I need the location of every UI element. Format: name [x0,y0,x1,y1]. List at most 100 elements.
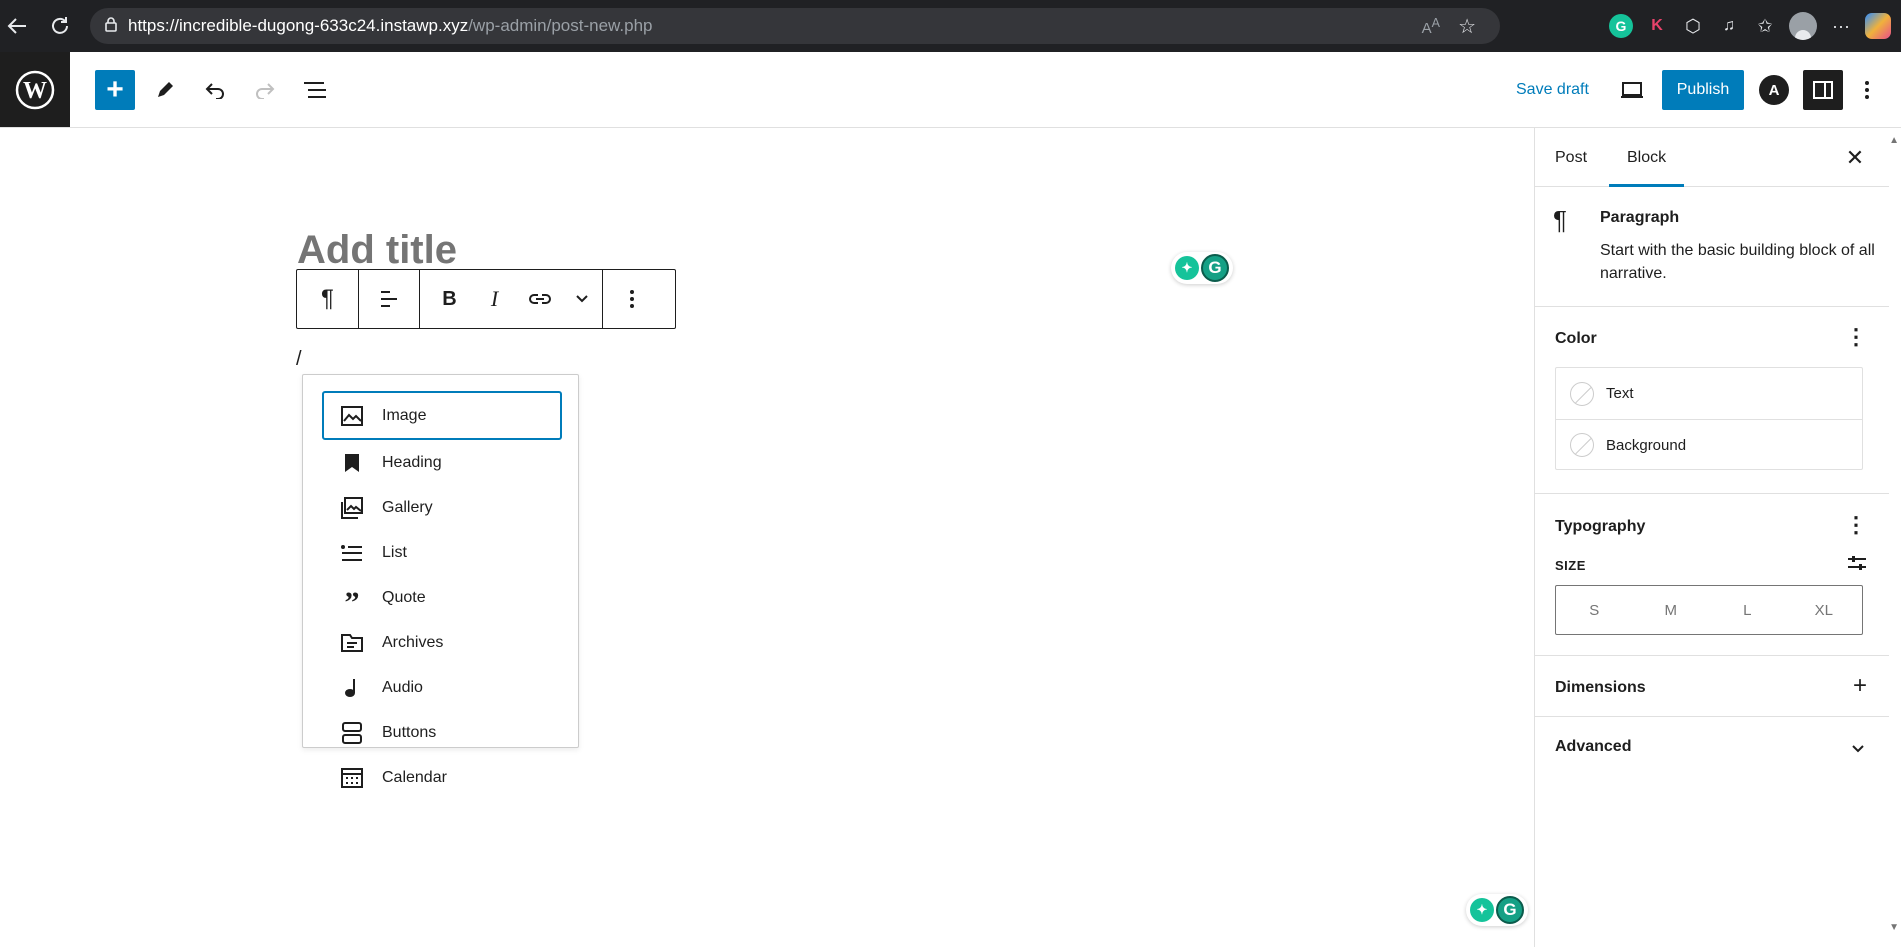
tab-block[interactable]: Block [1609,128,1685,187]
font-size-custom-icon[interactable] [1847,554,1867,577]
redo-icon[interactable] [245,70,285,110]
publish-button[interactable]: Publish [1662,70,1744,110]
block-type-group: ¶ [297,270,359,328]
inserter-item-label: Audio [382,678,423,696]
paragraph-icon[interactable]: ¶ [297,270,358,328]
settings-sidebar-toggle-icon[interactable] [1803,70,1843,110]
align-left-icon[interactable] [359,270,419,328]
text-color-label: Text [1606,385,1634,402]
inserter-item-heading[interactable]: Heading [322,440,562,485]
favorite-star-icon[interactable]: ☆ [1458,14,1476,39]
grammarly-suggestion-icon[interactable]: ✦ [1470,898,1494,922]
typography-panel: Typography ⋮ SIZE S M L XL [1535,494,1889,656]
copilot-icon[interactable] [1865,13,1891,39]
italic-icon[interactable]: I [472,270,517,328]
font-size-picker: S M L XL [1555,585,1863,635]
typography-options-icon[interactable]: ⋮ [1845,514,1867,536]
inserter-item-label: Heading [382,453,442,471]
advanced-panel[interactable]: Advanced [1535,717,1889,778]
tab-post[interactable]: Post [1555,128,1587,187]
back-icon[interactable] [2,11,32,41]
plus-icon[interactable]: + [1853,674,1867,698]
grammarly-logo-icon[interactable]: G [1496,896,1524,924]
preview-device-icon[interactable] [1612,70,1652,110]
color-panel: Color ⋮ Text Background [1535,307,1889,494]
inserter-item-audio[interactable]: Audio [322,665,562,710]
inserter-item-archives[interactable]: Archives [322,620,562,665]
gallery-icon [338,494,366,522]
block-card-title: Paragraph [1600,209,1680,226]
font-size-xl[interactable]: XL [1786,586,1863,634]
inserter-item-label: Gallery [382,498,433,516]
inserter-item-list[interactable]: List [322,530,562,575]
grammarly-widget-bottom[interactable]: ✦ G [1466,894,1528,926]
media-icon[interactable]: ♫ [1717,14,1741,38]
quote-icon: ” [344,585,360,619]
chevron-down-icon[interactable] [1851,741,1865,759]
inserter-item-buttons[interactable]: Buttons [322,710,562,755]
color-options-icon[interactable]: ⋮ [1845,326,1867,348]
post-title-input[interactable]: Add title [297,228,457,273]
archives-icon [338,629,366,657]
align-group [359,270,420,328]
link-icon[interactable] [517,270,562,328]
text-color-swatch-icon [1570,381,1594,406]
profile-avatar-icon[interactable] [1789,12,1817,40]
grammarly-suggestion-icon[interactable]: ✦ [1175,256,1199,280]
inserter-item-gallery[interactable]: Gallery [322,485,562,530]
address-bar[interactable]: https://incredible-dugong-633c24.instawp… [90,8,1500,44]
audio-icon [338,674,366,702]
browser-toolbar: https://incredible-dugong-633c24.instawp… [0,0,1901,52]
scroll-up-arrow-icon[interactable]: ▲ [1889,135,1899,146]
options-more-icon[interactable] [1855,70,1879,110]
color-options-list: Text Background [1555,367,1863,470]
save-draft-button[interactable]: Save draft [1508,70,1597,110]
image-icon [338,402,366,430]
inserter-item-calendar[interactable]: Calendar [322,755,562,800]
close-icon[interactable]: ✕ [1843,146,1867,170]
bold-icon[interactable]: B [427,270,472,328]
undo-icon[interactable] [195,70,235,110]
reload-icon[interactable] [45,11,75,41]
add-block-button[interactable]: + [95,70,135,110]
inserter-item-image[interactable]: Image [322,391,562,440]
grammarly-extension-icon[interactable]: G [1609,14,1633,38]
inserter-item-quote[interactable]: ” Quote [322,575,562,620]
typography-panel-title: Typography [1555,518,1646,535]
block-card: ¶ Paragraph Start with the basic buildin… [1535,187,1889,307]
font-size-s[interactable]: S [1556,586,1633,634]
more-menu-icon[interactable]: ··· [1829,14,1853,38]
url-host: https://incredible-dugong-633c24.instawp… [128,16,469,35]
chevron-down-icon[interactable] [562,270,602,328]
dimensions-panel[interactable]: Dimensions + [1535,656,1889,717]
block-card-description: Start with the basic building block of a… [1600,242,1875,282]
paragraph-icon: ¶ [1553,205,1567,235]
block-options-icon[interactable] [603,270,661,328]
grammarly-widget-top[interactable]: ✦ G [1171,252,1233,284]
font-size-l[interactable]: L [1709,586,1786,634]
text-color-option[interactable]: Text [1556,368,1862,419]
font-size-m[interactable]: M [1633,586,1710,634]
extensions-puzzle-icon[interactable]: ⬡ [1681,14,1705,38]
document-overview-icon[interactable] [295,70,335,110]
grammarly-logo-icon[interactable]: G [1201,254,1229,282]
editor-header: W + Save draft Publish A [0,52,1901,128]
astra-logo-icon[interactable]: A [1754,70,1794,110]
tools-pencil-icon[interactable] [145,70,185,110]
favorites-icon[interactable]: ✩ [1753,14,1777,38]
editor-canvas: Add title ¶ B I / Image Heading Gallery … [0,128,1534,947]
format-group: B I [420,270,603,328]
scroll-down-arrow-icon[interactable]: ▼ [1889,922,1899,933]
sidebar-tabs: Post Block ✕ [1535,128,1889,187]
inserter-item-label: List [382,543,407,561]
wordpress-logo-icon[interactable]: W [0,52,70,127]
read-aloud-icon[interactable]: AA [1422,16,1440,37]
list-icon [338,539,366,567]
inserter-item-label: Buttons [382,723,437,741]
paragraph-block-content[interactable]: / [296,348,302,371]
font-size-label: SIZE [1555,558,1586,573]
color-panel-title: Color [1555,330,1597,347]
svg-text:W: W [23,78,47,104]
background-color-option[interactable]: Background [1556,419,1862,470]
k-extension-icon[interactable]: K [1645,14,1669,38]
